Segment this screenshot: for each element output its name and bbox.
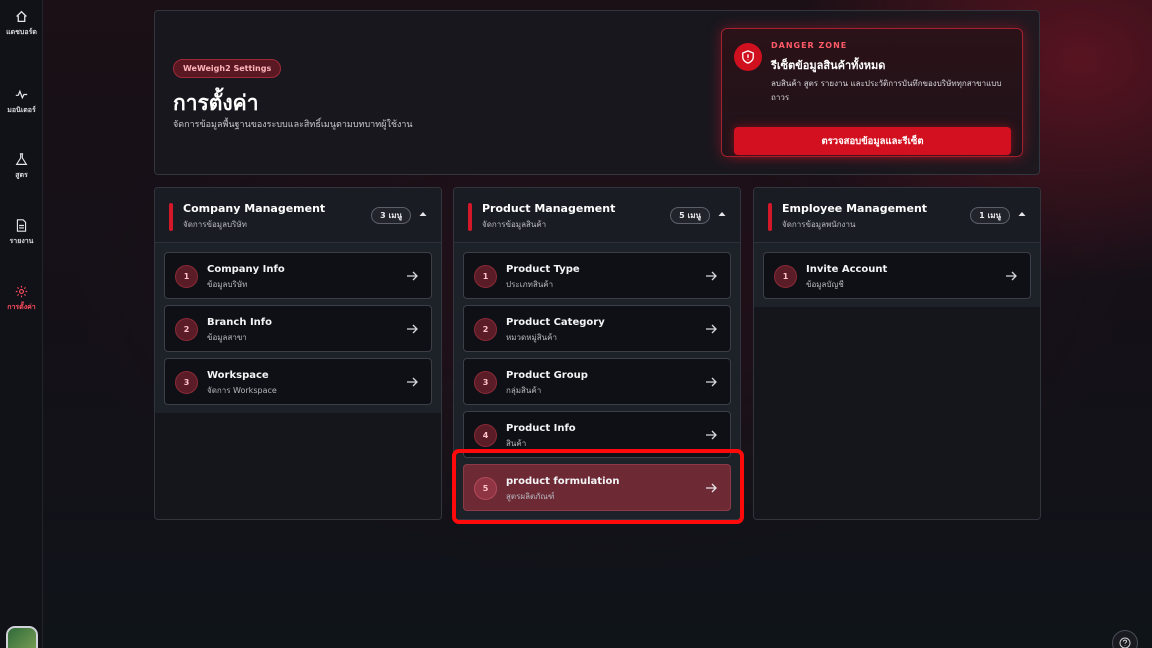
item-number: 2 [175, 318, 198, 341]
menu-count-badge: 3 เมนู [371, 207, 411, 224]
arrow-right-icon [706, 430, 717, 440]
item-number: 1 [774, 265, 797, 288]
menu-list: 1 Company Info ข้อมูลบริษัท 2 Branch Inf… [155, 243, 441, 413]
menu-item-company-info[interactable]: 1 Company Info ข้อมูลบริษัท [164, 252, 432, 299]
sidebar-item-monitor[interactable]: มอนิเตอร์ [0, 88, 43, 115]
item-title: Invite Account [806, 264, 888, 275]
arrow-right-icon [706, 377, 717, 387]
menu-item-product-type[interactable]: 1 Product Type ประเภทสินค้า [463, 252, 731, 299]
reset-data-button[interactable]: ตรวจสอบข้อมูลและรีเซ็ต [734, 127, 1011, 155]
item-title: Product Type [506, 264, 580, 275]
item-number: 1 [175, 265, 198, 288]
menu-item-product-category[interactable]: 2 Product Category หมวดหมู่สินค้า [463, 305, 731, 352]
panel-title: Employee Management [782, 202, 928, 215]
item-title: Product Category [506, 317, 605, 328]
sidebar-item-dashboard[interactable]: แดชบอร์ด [0, 10, 43, 37]
panel-subtitle: จัดการข้อมูลสินค้า [482, 220, 547, 229]
sidebar-item-report[interactable]: รายงาน [0, 219, 43, 246]
item-subtitle: ข้อมูลสาขา [207, 333, 247, 342]
item-number: 5 [474, 477, 497, 500]
item-number: 1 [474, 265, 497, 288]
item-subtitle: จัดการ Workspace [207, 386, 277, 395]
item-subtitle: ข้อมูลบริษัท [207, 280, 248, 289]
menu-count-badge: 1 เมนู [970, 207, 1010, 224]
item-number: 4 [474, 424, 497, 447]
item-title: Company Info [207, 264, 285, 275]
employee-management-panel: Employee Management จัดการข้อมูลพนักงาน … [753, 187, 1041, 520]
danger-zone-description: ลบสินค้า สูตร รายงาน และประวัติการบันทึก… [771, 79, 1002, 102]
item-subtitle: หมวดหมู่สินค้า [506, 333, 557, 342]
settings-header: WeWeigh2 Settings การตั้งค่า จัดการข้อมู… [154, 10, 1040, 175]
home-icon [16, 10, 27, 23]
page-subtitle: จัดการข้อมูลพื้นฐานของระบบและสิทธิ์เมนูต… [173, 120, 413, 130]
accent-bar [468, 203, 472, 231]
item-title: Product Group [506, 370, 588, 381]
arrow-right-icon [706, 483, 717, 493]
menu-item-workspace[interactable]: 3 Workspace จัดการ Workspace [164, 358, 432, 405]
sidebar-item-label: แดชบอร์ด [6, 28, 37, 36]
panel-subtitle: จัดการข้อมูลพนักงาน [782, 220, 856, 229]
arrow-right-icon [407, 377, 418, 387]
item-subtitle: ข้อมูลบัญชี [806, 280, 844, 289]
shield-alert-icon [734, 43, 762, 71]
arrow-right-icon [706, 271, 717, 281]
chevron-up-icon[interactable] [716, 208, 728, 220]
item-number: 3 [474, 371, 497, 394]
arrow-right-icon [706, 324, 717, 334]
gear-icon [15, 285, 28, 298]
arrow-right-icon [407, 271, 418, 281]
panel-title: Product Management [482, 202, 616, 215]
company-management-panel: Company Management จัดการข้อมูลบริษัท 3 … [154, 187, 442, 520]
question-icon [1119, 637, 1131, 648]
panel-subtitle: จัดการข้อมูลบริษัท [183, 220, 247, 229]
sidebar-item-label: มอนิเตอร์ [7, 106, 36, 114]
page-title: การตั้งค่า [173, 91, 259, 115]
flask-icon [15, 153, 28, 165]
item-number: 2 [474, 318, 497, 341]
chevron-up-icon[interactable] [417, 208, 429, 220]
chevron-up-icon[interactable] [1016, 208, 1028, 220]
menu-item-product-info[interactable]: 4 Product Info สินค้า [463, 411, 731, 458]
app-badge: WeWeigh2 Settings [173, 59, 282, 78]
arrow-right-icon [1006, 271, 1017, 281]
menu-list: 1 Invite Account ข้อมูลบัญชี [754, 243, 1040, 307]
accent-bar [169, 203, 173, 231]
panel-header[interactable]: Company Management จัดการข้อมูลบริษัท 3 … [155, 188, 441, 243]
item-subtitle: สินค้า [506, 439, 527, 448]
panel-header[interactable]: Employee Management จัดการข้อมูลพนักงาน … [754, 188, 1040, 243]
pulse-icon [15, 89, 28, 100]
menu-item-product-group[interactable]: 3 Product Group กลุ่มสินค้า [463, 358, 731, 405]
product-management-panel: Product Management จัดการข้อมูลสินค้า 5 … [453, 187, 741, 520]
document-icon [16, 219, 27, 232]
sidebar-item-label: รายงาน [9, 237, 34, 245]
menu-item-product-formulation[interactable]: 5 product formulation สูตรผลิตภัณฑ์ [463, 464, 731, 511]
item-title: product formulation [506, 476, 620, 487]
help-button[interactable] [1112, 630, 1138, 648]
item-title: Product Info [506, 423, 576, 434]
arrow-right-icon [407, 324, 418, 334]
item-title: Workspace [207, 370, 269, 381]
sidebar: แดชบอร์ด มอนิเตอร์ สูตร รายงาน การตั้งค่… [0, 0, 43, 648]
sidebar-item-formula[interactable]: สูตร [0, 153, 43, 180]
item-subtitle: ประเภทสินค้า [506, 280, 554, 289]
item-title: Branch Info [207, 317, 273, 328]
danger-zone-title: รีเซ็ตข้อมูลสินค้าทั้งหมด [771, 59, 886, 72]
item-subtitle: สูตรผลิตภัณฑ์ [506, 492, 555, 501]
danger-zone-label: DANGER ZONE [771, 41, 848, 50]
menu-item-invite-account[interactable]: 1 Invite Account ข้อมูลบัญชี [763, 252, 1031, 299]
menu-item-branch-info[interactable]: 2 Branch Info ข้อมูลสาขา [164, 305, 432, 352]
menu-list: 1 Product Type ประเภทสินค้า 2 Product Ca… [454, 243, 740, 519]
item-number: 3 [175, 371, 198, 394]
accent-bar [768, 203, 772, 231]
avatar[interactable] [6, 626, 38, 648]
danger-zone-card: DANGER ZONE รีเซ็ตข้อมูลสินค้าทั้งหมด ลบ… [721, 28, 1023, 157]
sidebar-item-label: สูตร [15, 171, 28, 179]
panel-header[interactable]: Product Management จัดการข้อมูลสินค้า 5 … [454, 188, 740, 243]
item-subtitle: กลุ่มสินค้า [506, 386, 542, 395]
menu-count-badge: 5 เมนู [670, 207, 710, 224]
sidebar-item-settings[interactable]: การตั้งค่า [0, 285, 43, 312]
panel-title: Company Management [183, 202, 326, 215]
sidebar-item-label: การตั้งค่า [7, 303, 36, 311]
